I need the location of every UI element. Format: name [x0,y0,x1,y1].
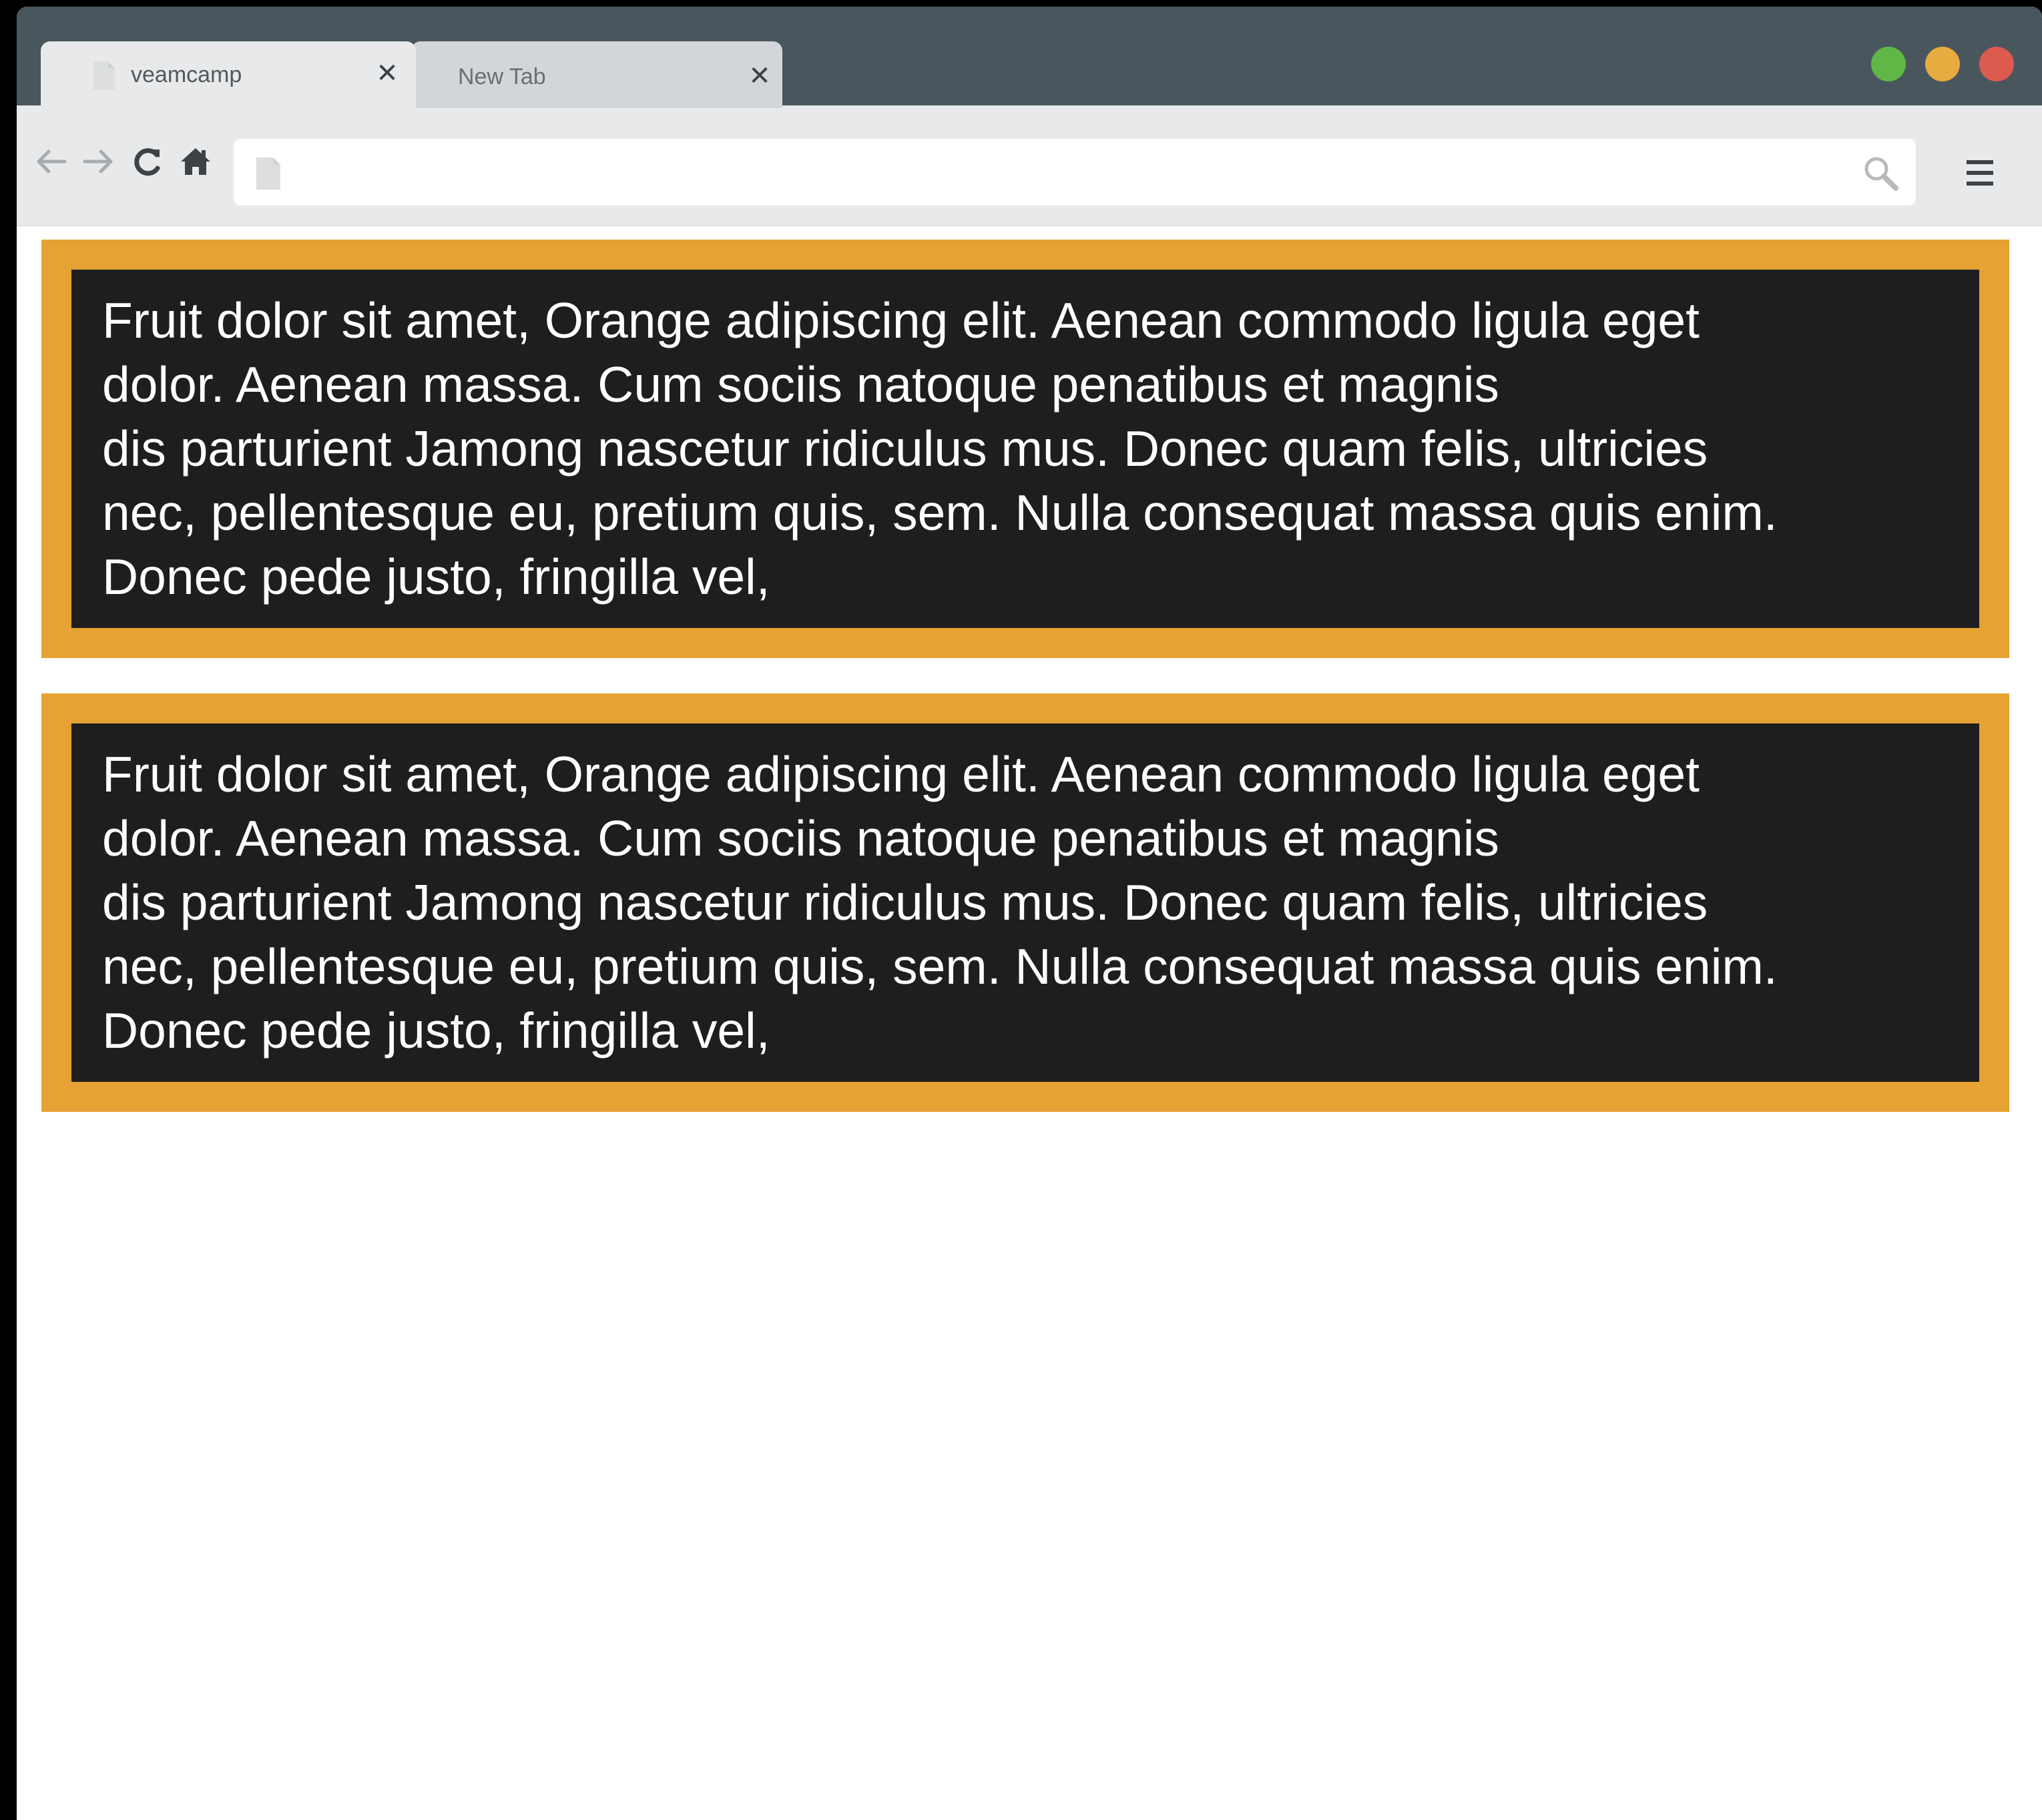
text-line: Fruit dolor sit amet, Orange adipiscing … [102,746,1700,802]
text-line: Donec pede justo, fringilla vel, [102,549,770,605]
hamburger-menu-icon[interactable] [1965,158,1995,188]
browser-window: veamcamp ✕ New Tab ✕ Fruit dolor sit ame… [17,7,2042,1820]
close-tab-icon[interactable]: ✕ [372,59,402,88]
tab-label: veamcamp [131,62,242,87]
close-tab-icon[interactable]: ✕ [745,61,774,91]
text-card-body: Fruit dolor sit amet, Orange adipiscing … [71,723,1979,1082]
text-line: Donec pede justo, fringilla vel, [102,1002,770,1058]
text-line: Fruit dolor sit amet, Orange adipiscing … [102,292,1700,348]
tab-label: New Tab [458,64,546,89]
text-line: dis parturient Jamong nascetur ridiculus… [102,874,1708,930]
page-icon [256,158,280,190]
card-paragraph: Fruit dolor sit amet, Orange adipiscing … [102,742,1949,1063]
text-line: dolor. Aenean massa. Cum sociis natoque … [102,810,1499,866]
text-line: dolor. Aenean massa. Cum sociis natoque … [102,356,1499,412]
close-window-button[interactable] [1979,47,2014,81]
tab-new-tab[interactable]: New Tab ✕ [411,41,782,108]
home-icon[interactable] [177,143,214,180]
text-card: Fruit dolor sit amet, Orange adipiscing … [41,240,2009,658]
reload-icon[interactable] [129,143,166,180]
card-paragraph: Fruit dolor sit amet, Orange adipiscing … [102,288,1949,609]
maximize-button[interactable] [1871,47,1906,81]
minimize-button[interactable] [1925,47,1960,81]
text-card: Fruit dolor sit amet, Orange adipiscing … [41,693,2009,1112]
tab-strip: veamcamp ✕ New Tab ✕ [17,7,2042,108]
forward-arrow-icon[interactable] [79,143,117,180]
magnifier-icon[interactable] [1861,154,1900,192]
back-arrow-icon[interactable] [33,143,70,180]
tab-veamcamp[interactable]: veamcamp ✕ [41,41,416,108]
url-input[interactable] [300,152,1825,194]
page-content: Fruit dolor sit amet, Orange adipiscing … [17,226,2042,1820]
address-bar[interactable] [234,139,1916,206]
text-card-body: Fruit dolor sit amet, Orange adipiscing … [71,270,1979,628]
text-line: nec, pellentesque eu, pretium quis, sem.… [102,485,1778,541]
browser-toolbar [17,105,2042,226]
text-line: nec, pellentesque eu, pretium quis, sem.… [102,938,1778,994]
text-line: dis parturient Jamong nascetur ridiculus… [102,420,1708,477]
document-icon [93,61,115,89]
